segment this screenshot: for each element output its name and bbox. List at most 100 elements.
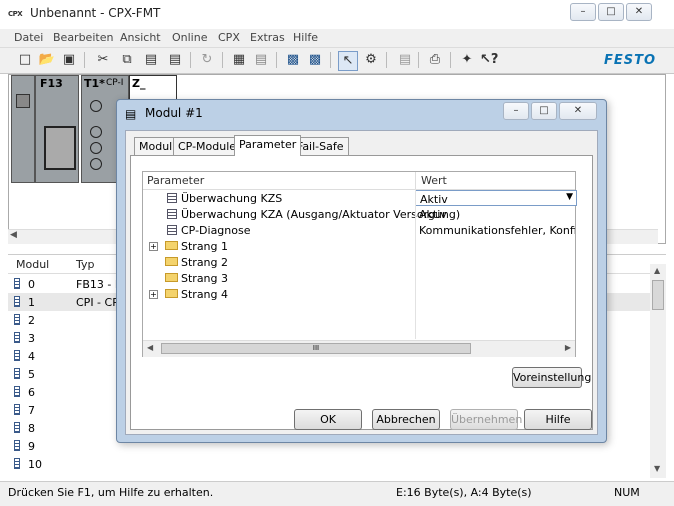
module-slot-f13[interactable]: F13	[35, 75, 79, 183]
expand-icon[interactable]: +	[149, 242, 158, 251]
status-help-text: Drücken Sie F1, um Hilfe zu erhalten.	[8, 486, 214, 499]
tab-parameter[interactable]: Parameter	[234, 135, 302, 156]
tool-icon[interactable]: ✦	[458, 51, 476, 69]
col-parameter[interactable]: Parameter	[147, 174, 204, 187]
toolbar-separator	[190, 52, 191, 68]
col-wert[interactable]: Wert	[421, 174, 447, 187]
parameter-icon	[167, 209, 177, 219]
toolbar-separator	[222, 52, 223, 68]
tab-modul[interactable]: Modul	[134, 137, 178, 155]
menu-extras[interactable]: Extras	[250, 31, 285, 44]
online-icon[interactable]: ⚙	[362, 51, 380, 69]
festo-logo: FESTO	[603, 53, 656, 68]
param-row-strang-3[interactable]: Strang 3	[143, 270, 575, 286]
param-name: Strang 1	[181, 240, 229, 253]
menu-hilfe[interactable]: Hilfe	[293, 31, 318, 44]
dialog-minimize-button[interactable]: –	[503, 102, 529, 120]
expand-icon[interactable]: +	[149, 290, 158, 299]
module-icon	[14, 368, 20, 379]
param-row-kzs[interactable]: Überwachung KZS Aktiv ▼	[143, 190, 577, 206]
param-row-cp-diagnose[interactable]: CP-Diagnose Kommunikationsfehler, Konfig…	[143, 222, 575, 238]
cancel-button[interactable]: Abbrechen	[372, 409, 440, 430]
module-icon	[14, 314, 20, 325]
chevron-down-icon[interactable]: ▼	[566, 192, 573, 202]
default-settings-button[interactable]: Voreinstellung	[512, 367, 591, 388]
app-icon: CPX	[8, 10, 23, 18]
param-row-strang-1[interactable]: + Strang 1	[143, 238, 575, 254]
menu-online[interactable]: Online	[172, 31, 207, 44]
module-icon	[14, 386, 20, 397]
paste-icon[interactable]: ▤	[142, 51, 160, 69]
status-bytes: E:16 Byte(s), A:4 Byte(s)	[396, 486, 532, 499]
scroll-left-icon[interactable]: ◀	[147, 343, 153, 352]
copy-icon[interactable]: ⧉	[118, 51, 136, 69]
status-bar: Drücken Sie F1, um Hilfe zu erhalten. E:…	[0, 481, 674, 506]
col-modul[interactable]: Modul	[16, 258, 49, 271]
status-num: NUM	[614, 486, 640, 499]
close-button[interactable]: ✕	[626, 3, 652, 21]
minimize-button[interactable]: –	[570, 3, 596, 21]
window-title: Unbenannt - CPX-FMT	[30, 6, 161, 20]
module-slot-left[interactable]	[11, 75, 35, 183]
param-name: Strang 4	[181, 288, 229, 301]
list-scrollbar[interactable]: ▲ ▼	[650, 264, 666, 478]
param-row-strang-4[interactable]: + Strang 4	[143, 286, 575, 302]
toolbar-separator	[418, 52, 419, 68]
parameter-grid: Parameter Wert Überwachung KZS Aktiv ▼ Ü…	[142, 171, 577, 357]
module-icon	[14, 422, 20, 433]
menu-ansicht[interactable]: Ansicht	[120, 31, 161, 44]
module-number: 3	[28, 332, 35, 345]
network2-icon[interactable]: ▩	[306, 51, 324, 69]
param-row-kza[interactable]: Überwachung KZA (Ausgang/Aktuator Versor…	[143, 206, 575, 222]
grid-header: Parameter Wert	[143, 172, 575, 190]
dialog-close-button[interactable]: ✕	[559, 102, 597, 120]
menu-cpx[interactable]: CPX	[218, 31, 240, 44]
menu-datei[interactable]: Datei	[14, 31, 43, 44]
apply-button[interactable]: Übernehmen	[450, 409, 522, 430]
maximize-button[interactable]: □	[598, 3, 624, 21]
refresh-icon[interactable]: ↻	[198, 51, 216, 69]
module-icon	[14, 458, 20, 469]
save-icon[interactable]: ▣	[60, 51, 78, 69]
network-icon[interactable]: ▩	[284, 51, 302, 69]
module-label-z: Z_	[132, 77, 146, 90]
param-name: Überwachung KZS	[181, 192, 283, 205]
module-icon[interactable]: ▦	[230, 51, 248, 69]
dialog-maximize-button[interactable]: □	[531, 102, 557, 120]
module-sublabel-t1: CP-I	[106, 78, 124, 88]
col-typ[interactable]: Typ	[76, 258, 95, 271]
tab-cp-module[interactable]: CP-Module	[173, 137, 242, 155]
module-icon	[14, 440, 20, 451]
module-number: 7	[28, 404, 35, 417]
scroll-thumb[interactable]: III	[161, 343, 471, 354]
print-preview-icon[interactable]: ▤	[396, 51, 414, 69]
help-cursor-icon[interactable]: ↖?	[480, 51, 498, 69]
module-type: CPI - CP	[76, 296, 119, 309]
toolbar-separator	[84, 52, 85, 68]
menu-bearbeiten[interactable]: Bearbeiten	[53, 31, 113, 44]
module-number: 1	[28, 296, 35, 309]
folder-icon	[165, 273, 178, 282]
parameter-icon	[167, 225, 177, 235]
param-value: Kommunikationsfehler, Konfigurati	[419, 224, 575, 237]
module-type: FB13 - P	[76, 278, 122, 291]
cursor-icon[interactable]: ↖	[338, 51, 358, 71]
ok-button[interactable]: OK	[294, 409, 362, 430]
help-button[interactable]: Hilfe	[524, 409, 592, 430]
list-item[interactable]: 10	[8, 455, 658, 473]
module-label-t1: T1*	[84, 77, 105, 90]
module-number: 8	[28, 422, 35, 435]
module-number: 10	[28, 458, 42, 471]
new-file-icon[interactable]: □	[16, 51, 34, 69]
parameter-icon	[167, 193, 177, 203]
cut-icon[interactable]: ✂	[94, 51, 112, 69]
print-icon[interactable]: ⎙	[426, 51, 444, 69]
kzs-dropdown[interactable]: Aktiv ▼	[415, 190, 577, 206]
param-row-strang-2[interactable]: Strang 2	[143, 254, 575, 270]
scroll-right-icon[interactable]: ▶	[565, 343, 571, 352]
module-icon	[14, 278, 20, 289]
module-list-icon[interactable]: ▤	[252, 51, 270, 69]
grid-scrollbar[interactable]: ◀ III ▶	[143, 340, 575, 357]
open-folder-icon[interactable]: 📂	[38, 51, 56, 69]
paste2-icon[interactable]: ▤	[166, 51, 184, 69]
